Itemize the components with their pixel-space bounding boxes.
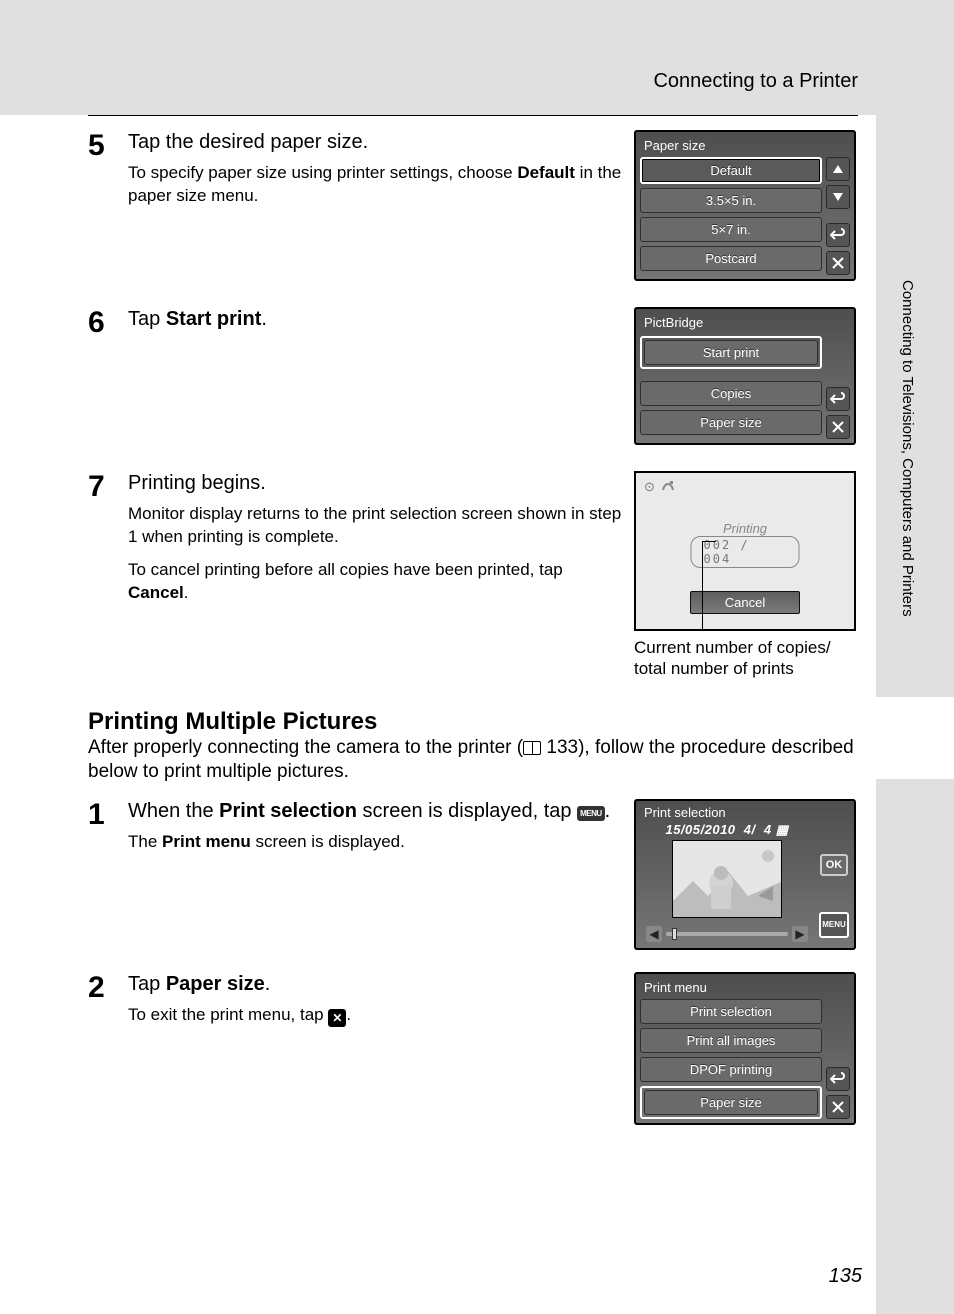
paper-size-option-5x7[interactable]: 5×7 in. [640, 217, 822, 242]
step-7: 7 Printing begins. Monitor display retur… [88, 471, 858, 680]
paper-size-screen: Paper size Default 3.5×5 in. 5×7 in. Pos… [634, 130, 856, 281]
close-button[interactable] [826, 1095, 850, 1119]
m-step-1: 1 When the Print selection screen is dis… [88, 799, 858, 950]
ok-button[interactable]: OK [820, 854, 848, 876]
back-button[interactable] [826, 387, 850, 411]
step-number: 7 [88, 471, 128, 503]
menu-icon: MENU [577, 806, 605, 822]
m-step-2: 2 Tap Paper size. To exit the print menu… [88, 972, 858, 1125]
back-button[interactable] [826, 223, 850, 247]
paper-size-option-default[interactable]: Default [640, 157, 822, 184]
start-print-highlight: Start print [640, 336, 822, 369]
section-title: Printing Multiple Pictures [88, 708, 858, 736]
step-title: Tap Paper size. [128, 972, 624, 996]
scroll-up-button[interactable] [826, 157, 850, 181]
page-reference-icon [523, 741, 541, 755]
printing-progress-screen: ⊙ Printing 002 / 004 Cancel [634, 471, 856, 631]
step-number: 2 [88, 972, 128, 1004]
screen-title: Paper size [640, 136, 850, 157]
print-all-option[interactable]: Print all images [640, 1028, 822, 1053]
step-number: 6 [88, 307, 128, 339]
back-button[interactable] [826, 1067, 850, 1091]
paper-size-highlight: Paper size [640, 1086, 822, 1119]
pictbridge-screen: PictBridge Start print Copies Paper size [634, 307, 856, 445]
close-icon: ✕ [328, 1009, 346, 1027]
printer-icon: ▦ [776, 822, 789, 837]
step-text: The Print menu screen is displayed. [128, 831, 624, 854]
chapter-header: Connecting to a Printer [88, 70, 858, 93]
warning-icon: ⊙ [644, 479, 655, 495]
step-text: To cancel printing before all copies hav… [128, 559, 624, 605]
printing-status: Printing [636, 521, 854, 536]
prev-arrow-icon[interactable]: ◀ [646, 926, 662, 942]
step-text: To exit the print menu, tap ✕. [128, 1004, 624, 1027]
step-number: 1 [88, 799, 128, 831]
start-print-option[interactable]: Start print [644, 340, 818, 365]
thumbnail-slider[interactable]: ◀ ▶ [646, 926, 808, 942]
step-text: To specify paper size using printer sett… [128, 162, 624, 208]
paper-size-option-postcard[interactable]: Postcard [640, 246, 822, 271]
screen-title: Print menu [640, 978, 850, 999]
step-6: 6 Tap Start print. PictBridge Start prin… [88, 307, 858, 445]
screen-title: Print selection [636, 801, 854, 822]
progress-caption: Current number of copies/ total number o… [634, 637, 858, 680]
next-arrow-icon[interactable]: ▶ [792, 926, 808, 942]
close-button[interactable] [826, 251, 850, 275]
cancel-button[interactable]: Cancel [690, 591, 800, 614]
step-5: 5 Tap the desired paper size. To specify… [88, 130, 858, 281]
selection-info: 15/05/2010 4/ 4 ▦ [640, 822, 814, 838]
print-selection-option[interactable]: Print selection [640, 999, 822, 1024]
menu-button[interactable]: MENU [819, 912, 849, 938]
scroll-down-button[interactable] [826, 185, 850, 209]
dpof-printing-option[interactable]: DPOF printing [640, 1057, 822, 1082]
step-text: Monitor display returns to the print sel… [128, 503, 624, 549]
print-selection-screen: Print selection 15/05/2010 4/ 4 ▦ [634, 799, 856, 950]
step-number: 5 [88, 130, 128, 162]
print-menu-screen: Print menu Print selection Print all ima… [634, 972, 856, 1125]
pictbridge-icon [661, 478, 675, 495]
page-number: 135 [829, 1265, 862, 1288]
paper-size-option[interactable]: Paper size [640, 410, 822, 435]
step-title: Tap the desired paper size. [128, 130, 624, 154]
close-button[interactable] [826, 415, 850, 439]
copies-option[interactable]: Copies [640, 381, 822, 406]
step-title: When the Print selection screen is displ… [128, 799, 624, 823]
side-tab-label: Connecting to Televisions, Computers and… [899, 280, 916, 617]
screen-title: PictBridge [640, 313, 850, 334]
photo-thumbnail[interactable] [672, 840, 782, 918]
paper-size-option-35x5[interactable]: 3.5×5 in. [640, 188, 822, 213]
paper-size-option[interactable]: Paper size [644, 1090, 818, 1115]
section-intro: After properly connecting the camera to … [88, 736, 858, 785]
step-title: Tap Start print. [128, 307, 624, 331]
step-title: Printing begins. [128, 471, 624, 495]
